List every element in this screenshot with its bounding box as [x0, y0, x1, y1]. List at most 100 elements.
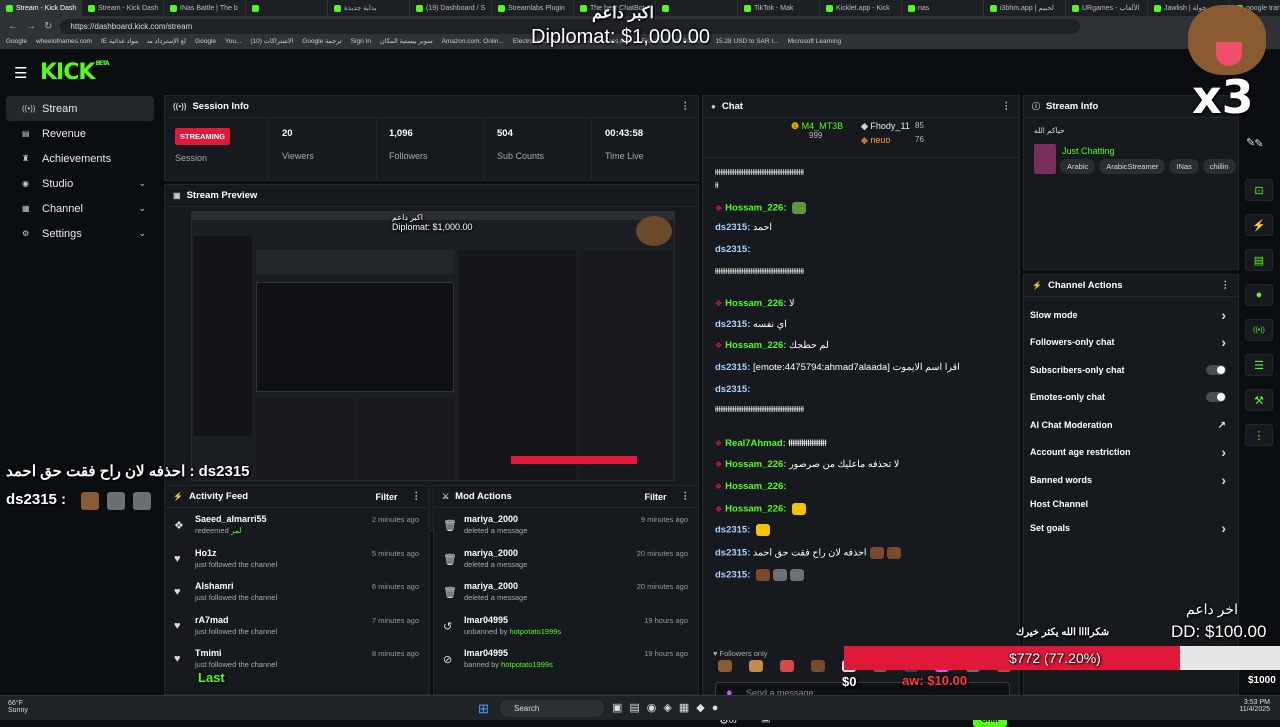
chat-message[interactable]: ds2315: [emote:4475794:ahmad7alaada] اقر… [715, 362, 960, 373]
bookmark-item[interactable]: Sign In [351, 38, 371, 45]
browser-tab[interactable]: INas Battle | The b [164, 0, 246, 16]
bookmark-item[interactable]: You... [225, 38, 241, 45]
more-icon[interactable]: ⋮ [681, 491, 691, 502]
bookmark-item[interactable]: Google [195, 38, 216, 45]
reload-icon[interactable]: ↻ [44, 21, 52, 32]
sidebar-item-revenue[interactable]: ▤ Revenue [6, 121, 154, 146]
toggle-switch[interactable] [1206, 365, 1226, 375]
stream-tag[interactable]: Arabic [1060, 159, 1096, 174]
rail-wrench-icon[interactable]: ⚒ [1245, 389, 1273, 411]
channel-action-account-age-restriction[interactable]: Account age restriction › [1030, 442, 1226, 462]
leaderboard-entry[interactable]: ◆ neuo 76 [861, 135, 933, 146]
weather-widget[interactable]: 66°F Sunny [8, 700, 28, 714]
chat-username[interactable]: Hossam_226: [725, 298, 786, 309]
windows-start-icon[interactable]: ⊞ [478, 701, 489, 717]
sidebar-item-settings[interactable]: ⚙ Settings ⌄ [6, 221, 154, 246]
rail-layout-icon[interactable]: ☰ [1245, 354, 1273, 376]
chat-username[interactable]: Hossam_226: [725, 203, 786, 214]
browser-tab[interactable]: TikTok - Mak [738, 0, 820, 16]
chat-username[interactable]: Hossam_226: [725, 504, 786, 515]
channel-action-followers-only-chat[interactable]: Followers-only chat › [1030, 332, 1226, 352]
channel-action-banned-words[interactable]: Banned words › [1030, 470, 1226, 490]
taskbar-clock[interactable]: 3:53 PM 11/4/2025 [1239, 699, 1270, 713]
chat-username[interactable]: ds2315: [715, 384, 750, 395]
chat-message[interactable]: ❖ Hossam_226: [715, 503, 807, 515]
chat-message[interactable]: ⱡⱡⱡⱡⱡⱡⱡⱡⱡⱡⱡⱡⱡⱡⱡⱡⱡⱡⱡⱡⱡⱡⱡⱡⱡⱡⱡⱡⱡⱡⱡⱡⱡⱡⱡⱡⱡⱡⱡⱡ… [715, 266, 804, 277]
chat-username[interactable]: Hossam_226: [725, 459, 786, 470]
back-icon[interactable]: ← [8, 21, 18, 32]
chat-username[interactable]: ds2315: [715, 362, 750, 373]
bookmark-item[interactable]: Amazon.com: Onlin... [442, 38, 504, 45]
sidebar-item-channel[interactable]: ▦ Channel ⌄ [6, 196, 154, 221]
browser-tab[interactable]: (19) Dashboard / S [410, 0, 492, 16]
chat-message[interactable]: ds2315: [715, 244, 750, 255]
activity-item[interactable]: ♥ Alshamri just followed the channel 6 min… [165, 577, 429, 610]
taskbar-apps[interactable]: ▣▤◉◈▦◆● [612, 701, 725, 714]
chat-username[interactable]: ds2315: [715, 525, 750, 536]
chat-username[interactable]: ds2315: [715, 244, 750, 255]
leaderboard-entry[interactable]: ◆ Fhody_11 85 [861, 121, 933, 132]
more-icon[interactable]: ⋮ [1221, 280, 1231, 291]
sidebar-item-stream[interactable]: ((•)) Stream [6, 96, 154, 121]
browser-tab[interactable]: Streamlabs Plugin [492, 0, 574, 16]
stream-tag[interactable]: chillin [1202, 159, 1236, 174]
chat-message[interactable]: ❖ Real7Ahmad: ⱡⱡⱡⱡⱡⱡⱡⱡⱡⱡⱡⱡⱡⱡⱡⱡⱡⱡ [715, 438, 827, 449]
stream-tag[interactable]: INas [1169, 159, 1199, 174]
chat-message[interactable]: ❖ Hossam_226: لا تحذفه ماعليك من صرصور [715, 459, 899, 470]
emote[interactable] [780, 660, 794, 672]
activity-item[interactable]: ♥ Ho1z just followed the channel 5 minutes… [165, 544, 429, 577]
mod-item[interactable]: 🗑 mariya_2000 deleted a message 20 minutes… [434, 544, 698, 577]
more-icon[interactable]: ⋮ [1002, 101, 1012, 112]
chat-message[interactable]: ❖ Hossam_226: لم حطجك [715, 340, 829, 351]
activity-item[interactable]: ♥ rA7mad just followed the channel 7 minut… [165, 611, 429, 644]
sidebar-item-studio[interactable]: ◉ Studio ⌄ [6, 171, 154, 196]
chat-message[interactable]: ❖ Hossam_226: [715, 481, 786, 492]
chat-username[interactable]: Hossam_226: [725, 340, 786, 351]
browser-tab[interactable]: Kicklet.app - Kick [820, 0, 902, 16]
bookmark-item[interactable]: سوبر بيستية المكان [380, 38, 433, 45]
menu-icon[interactable]: ☰ [14, 64, 27, 82]
rail-scan-icon[interactable]: ⊡ [1245, 179, 1273, 201]
channel-action-slow-mode[interactable]: Slow mode › [1030, 305, 1226, 325]
browser-tab[interactable]: nas [902, 0, 984, 16]
chat-message[interactable]: ds2315: اي نفسه [715, 319, 787, 330]
chat-username[interactable]: ds2315: [715, 222, 750, 233]
chat-message[interactable]: ds2315: [715, 569, 805, 581]
more-icon[interactable]: ⋮ [681, 101, 691, 112]
chat-message[interactable]: ❖ Hossam_226: [715, 202, 807, 214]
chat-message[interactable]: ⱡⱡⱡⱡⱡⱡⱡⱡⱡⱡⱡⱡⱡⱡⱡⱡⱡⱡⱡⱡⱡⱡⱡⱡⱡⱡⱡⱡⱡⱡⱡⱡⱡⱡⱡⱡⱡⱡⱡⱡ… [715, 404, 804, 415]
bookmark-item[interactable]: مواد غذائية [109, 38, 139, 45]
chat-username[interactable]: Real7Ahmad: [725, 438, 786, 449]
browser-tab[interactable]: Stream - Kick Dash [82, 0, 164, 16]
chat-message[interactable]: ds2315: [715, 384, 750, 395]
forward-icon[interactable]: → [26, 21, 36, 32]
bookmark-item[interactable]: Google [6, 38, 27, 45]
emote[interactable] [718, 660, 732, 672]
toggle-switch[interactable] [1206, 392, 1226, 402]
taskbar-search[interactable]: Search [500, 700, 604, 717]
chat-username[interactable]: ds2315: [715, 570, 750, 581]
mod-item[interactable]: 🗑 mariya_2000 deleted a message 9 minutes … [434, 510, 698, 543]
rail-chat-icon[interactable]: ● [1245, 284, 1273, 306]
bookmark-item[interactable]: Google ترجمة [302, 38, 341, 45]
browser-tab[interactable]: URgames - الألعاب [1066, 0, 1148, 16]
bookmark-item[interactable]: wheelofnames.com [36, 38, 92, 45]
rail-broadcast-icon[interactable]: ((•)) [1245, 319, 1273, 341]
mod-item[interactable]: 🗑 mariya_2000 deleted a message 20 minutes… [434, 577, 698, 610]
chat-message[interactable]: ⱡⱡ [715, 180, 719, 191]
browser-tab[interactable] [246, 0, 328, 16]
channel-action-set-goals[interactable]: Set goals › [1030, 518, 1226, 538]
rail-edit-icon[interactable]: ✎ [1245, 132, 1273, 154]
chat-message[interactable]: ⱡⱡⱡⱡⱡⱡⱡⱡⱡⱡⱡⱡⱡⱡⱡⱡⱡⱡⱡⱡⱡⱡⱡⱡⱡⱡⱡⱡⱡⱡⱡⱡⱡⱡⱡⱡⱡⱡⱡⱡ… [715, 167, 804, 178]
chat-message[interactable]: ds2315: احمد [715, 222, 772, 233]
activity-filter-button[interactable]: Filter [375, 492, 397, 502]
category-link[interactable]: Just Chatting [1062, 146, 1115, 156]
activity-item[interactable]: ❖ Saeed_almarri55 redeemed لمر 2 minutes ag… [165, 510, 429, 543]
chat-message[interactable]: ds2315: احذفه لان راح فقت حق احمد [715, 547, 901, 559]
chat-username[interactable]: ds2315: [715, 319, 750, 330]
bookmark-item[interactable]: Microsoft Learning [788, 38, 841, 45]
stream-tag[interactable]: ArabicStreamer [1099, 159, 1166, 174]
rail-more-icon[interactable]: ⋮ [1245, 424, 1273, 446]
rail-doc-icon[interactable]: ▤ [1245, 249, 1273, 271]
kick-logo[interactable]: KICKBETA [40, 60, 109, 85]
